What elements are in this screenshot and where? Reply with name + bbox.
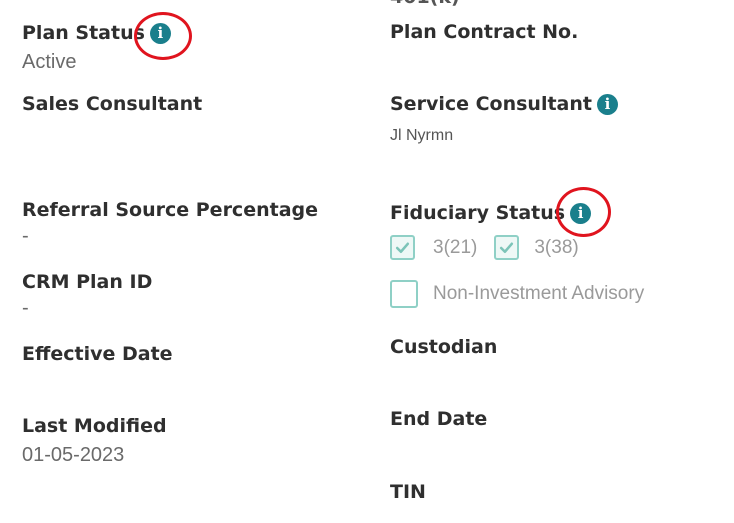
last-modified-label: Last Modified — [22, 415, 167, 437]
annotation-circle — [556, 187, 611, 237]
referral-source-percentage-value: - — [22, 225, 29, 247]
sales-consultant-label: Sales Consultant — [22, 93, 203, 115]
last-modified-field: Last Modified 01-05-2023 — [22, 415, 167, 467]
tin-label: TIN — [390, 481, 426, 503]
effective-date-label: Effective Date — [22, 343, 173, 365]
crm-plan-id-value: - — [22, 297, 29, 319]
end-date-field: End Date — [390, 408, 487, 430]
checkbox-3-21-label: 3(21) — [433, 236, 478, 258]
checkmark-icon — [500, 242, 514, 254]
checkbox-3-38[interactable] — [494, 235, 520, 260]
service-consultant-label: Service Consultant — [390, 93, 592, 115]
last-modified-value: 01-05-2023 — [22, 444, 125, 466]
checkbox-3-38-label: 3(38) — [534, 236, 579, 258]
fiduciary-option-row: Non-Investment Advisory — [390, 280, 644, 308]
referral-source-percentage-label: Referral Source Percentage — [22, 199, 319, 221]
annotation-circle — [134, 12, 192, 60]
custodian-field: Custodian — [390, 336, 497, 358]
crm-plan-id-label: CRM Plan ID — [22, 271, 153, 293]
effective-date-field: Effective Date — [22, 343, 173, 365]
end-date-label: End Date — [390, 408, 488, 430]
top-cut-value: 401(k) — [390, 0, 460, 8]
checkbox-non-investment-advisory[interactable] — [390, 280, 418, 308]
plan-contract-no-label: Plan Contract No. — [390, 21, 579, 43]
referral-source-percentage-field: Referral Source Percentage - — [22, 199, 318, 248]
fiduciary-option-row: 3(21) 3(38) — [390, 235, 579, 260]
plan-contract-no-field: Plan Contract No. — [390, 21, 578, 43]
service-consultant-field: Service Consultant i Jl Nyrmn — [390, 93, 618, 145]
service-consultant-value: Jl Nyrmn — [390, 127, 454, 144]
fiduciary-status-label: Fiduciary Status — [390, 202, 566, 224]
checkmark-icon — [395, 242, 410, 254]
custodian-label: Custodian — [390, 336, 498, 358]
info-icon[interactable]: i — [597, 93, 618, 115]
sales-consultant-field: Sales Consultant — [22, 93, 202, 115]
checkbox-3-21[interactable] — [390, 235, 415, 260]
crm-plan-id-field: CRM Plan ID - — [22, 271, 152, 320]
plan-status-label: Plan Status — [22, 22, 145, 44]
tin-field: TIN — [390, 481, 426, 503]
checkbox-non-investment-advisory-label: Non-Investment Advisory — [433, 283, 645, 304]
